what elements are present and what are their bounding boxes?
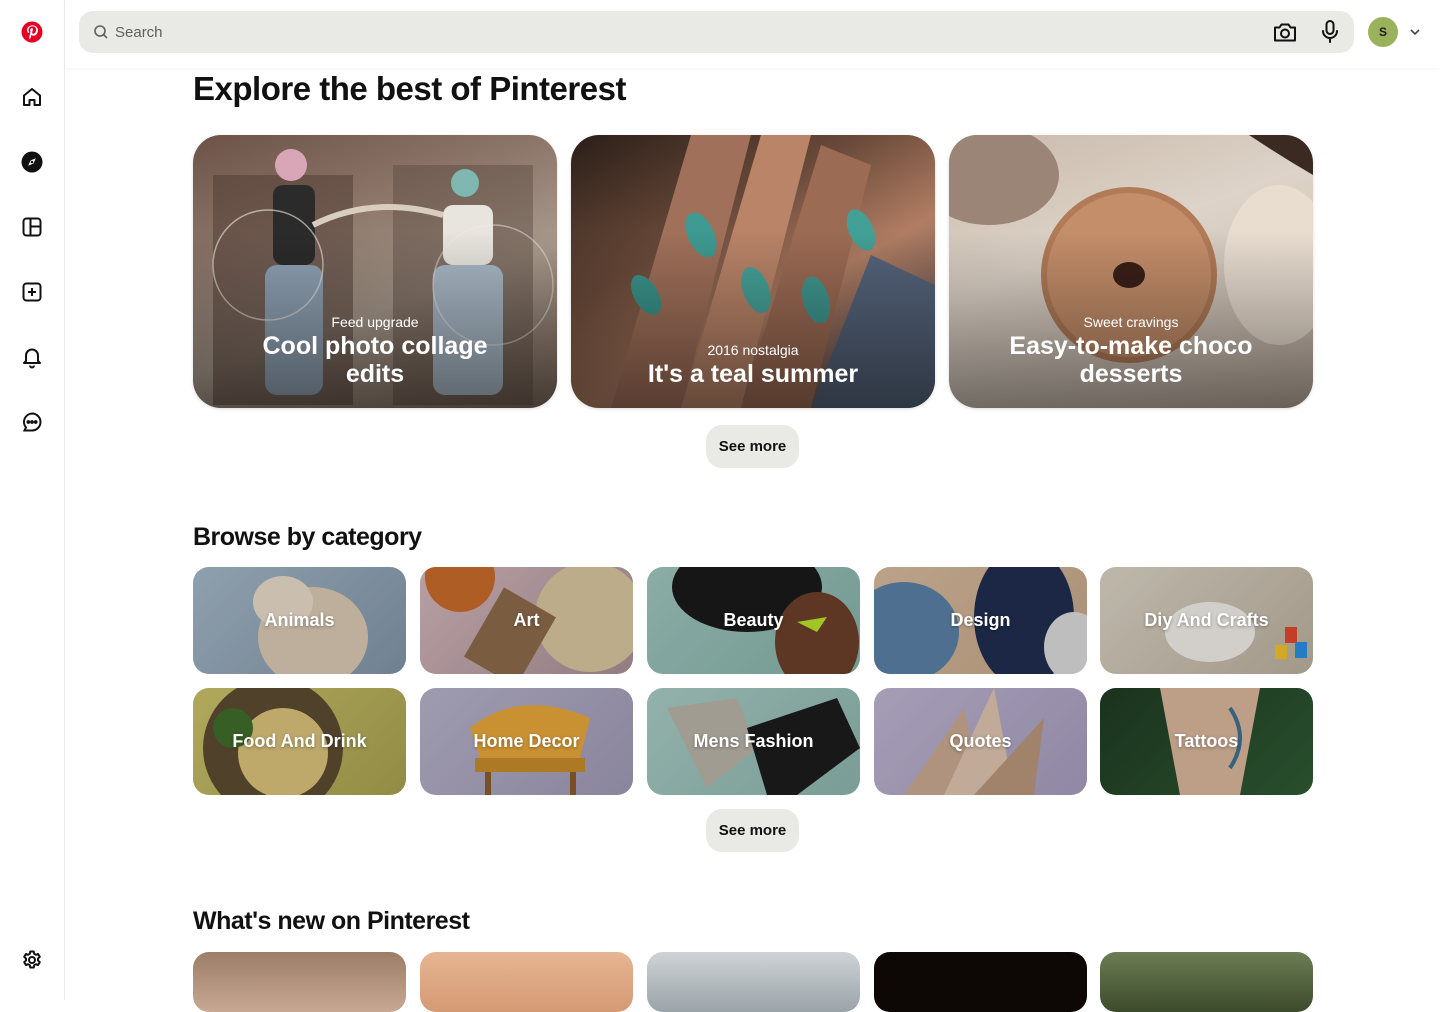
gear-icon — [23, 950, 41, 969]
browse-heading: Browse by category — [193, 523, 422, 551]
chevron-down-icon[interactable] — [1408, 25, 1422, 39]
microphone-icon[interactable] — [1319, 19, 1341, 45]
card-caption: Feed upgrade Cool photo collage edits — [193, 314, 557, 388]
card-caption: 2016 nostalgia It's a teal summer — [571, 342, 935, 388]
search-input[interactable] — [115, 11, 1255, 53]
user-avatar[interactable]: S — [1368, 17, 1398, 47]
category-tile-quotes[interactable]: Quotes — [874, 688, 1087, 795]
whats-new-card[interactable] — [874, 952, 1087, 1012]
explore-heading: Explore the best of Pinterest — [193, 70, 626, 107]
category-label: Tattoos — [1174, 731, 1239, 751]
search-icon — [94, 25, 108, 39]
search-bar[interactable] — [79, 11, 1354, 53]
category-tile-art[interactable]: Art — [420, 567, 633, 674]
category-label: Animals — [264, 610, 335, 630]
whats-new-card[interactable] — [647, 952, 860, 1012]
sidebar-item-messages[interactable] — [12, 402, 52, 442]
left-sidebar — [0, 0, 65, 1000]
category-tile-animals[interactable]: Animals — [193, 567, 406, 674]
whats-new-card[interactable] — [420, 952, 633, 1012]
whats-new-card[interactable] — [193, 952, 406, 1012]
card-subtitle: Feed upgrade — [331, 314, 419, 330]
sidebar-item-notifications[interactable] — [12, 337, 52, 377]
card-subtitle: Sweet cravings — [1083, 314, 1179, 330]
category-label: Home Decor — [473, 731, 580, 751]
category-label: Diy And Crafts — [1144, 610, 1269, 630]
sidebar-item-boards[interactable] — [12, 207, 52, 247]
category-label: Beauty — [723, 610, 784, 630]
explore-card[interactable]: 2016 nostalgia It's a teal summer — [571, 135, 935, 408]
category-tile-diy-and-crafts[interactable]: Diy And Crafts — [1100, 567, 1313, 674]
category-tile-design[interactable]: Design — [874, 567, 1087, 674]
category-label: Design — [950, 610, 1011, 630]
category-tile-food-and-drink[interactable]: Food And Drink — [193, 688, 406, 795]
top-bar: S — [65, 0, 1440, 68]
pinterest-logo[interactable] — [12, 12, 52, 52]
compass-icon — [21, 151, 43, 173]
card-subtitle: 2016 nostalgia — [707, 342, 799, 358]
home-icon — [23, 88, 41, 106]
category-label: Mens Fashion — [693, 731, 814, 751]
sidebar-item-create[interactable] — [12, 272, 52, 312]
category-label: Art — [513, 610, 540, 630]
category-label: Quotes — [949, 731, 1012, 751]
whats-new-heading: What's new on Pinterest — [193, 907, 470, 935]
camera-search-icon[interactable] — [1272, 20, 1298, 44]
message-bubble-icon — [22, 412, 42, 432]
browse-see-more-button[interactable]: See more — [706, 809, 799, 852]
card-caption: Sweet cravings Easy-to-make choco desser… — [949, 314, 1313, 388]
category-label: Food And Drink — [232, 731, 367, 751]
explore-card[interactable]: Sweet cravings Easy-to-make choco desser… — [949, 135, 1313, 408]
bell-icon — [23, 348, 41, 369]
whats-new-card[interactable] — [1100, 952, 1313, 1012]
card-title: Easy-to-make choco desserts — [1009, 332, 1253, 388]
pinterest-logo-icon — [21, 21, 43, 43]
category-tile-beauty[interactable]: Beauty — [647, 567, 860, 674]
card-title: Cool photo collage edits — [262, 332, 488, 388]
sidebar-item-home[interactable] — [12, 77, 52, 117]
category-tile-mens-fashion[interactable]: Mens Fashion — [647, 688, 860, 795]
category-tile-home-decor[interactable]: Home Decor — [420, 688, 633, 795]
sidebar-item-settings[interactable] — [12, 940, 52, 980]
sidebar-item-explore[interactable] — [12, 142, 52, 182]
boards-icon — [22, 217, 42, 237]
category-tile-tattoos[interactable]: Tattoos — [1100, 688, 1313, 795]
card-title: It's a teal summer — [647, 360, 859, 388]
explore-see-more-button[interactable]: See more — [706, 425, 799, 468]
explore-card[interactable]: Feed upgrade Cool photo collage edits — [193, 135, 557, 408]
plus-square-icon — [22, 282, 42, 302]
